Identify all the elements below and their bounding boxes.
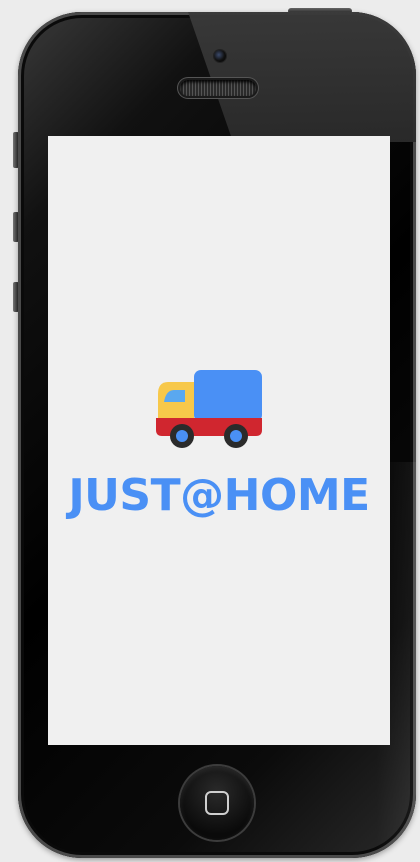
home-square-icon xyxy=(205,791,229,815)
rear-hubcap xyxy=(230,430,242,442)
front-hubcap xyxy=(176,430,188,442)
delivery-truck-icon xyxy=(156,370,262,448)
phone-screen[interactable]: JUST@HOME xyxy=(48,136,390,745)
stage: JUST@HOME xyxy=(0,0,420,862)
brand-name: JUST@HOME xyxy=(68,470,370,521)
truck-cargo xyxy=(194,370,262,422)
earpiece-speaker xyxy=(180,80,256,96)
phone-gloss xyxy=(188,12,416,142)
home-button[interactable] xyxy=(180,766,254,840)
front-camera xyxy=(214,50,226,62)
